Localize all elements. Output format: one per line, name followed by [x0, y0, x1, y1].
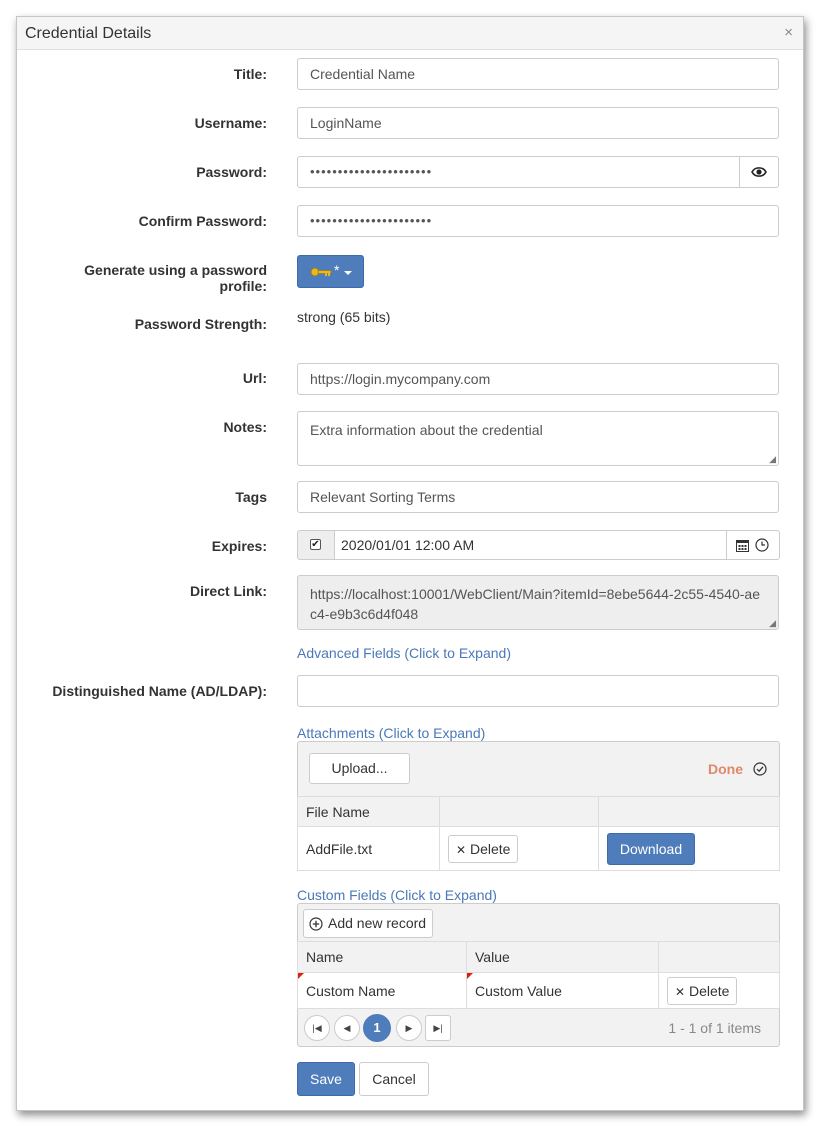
distinguished-name-label: Distinguished Name (AD/LDAP):: [52, 683, 267, 699]
upload-status: Done: [708, 761, 743, 777]
clock-icon[interactable]: [755, 538, 769, 552]
expires-divider: [726, 531, 727, 559]
custom-field-delete-label: Delete: [688, 982, 730, 999]
password-input[interactable]: ••••••••••••••••••••••: [297, 156, 740, 188]
dialog-titlebar: Credential Details ×: [17, 17, 803, 50]
generate-profile-label-line1: Generate using a password: [84, 262, 267, 278]
attachments-link[interactable]: Attachments (Click to Expand): [297, 725, 485, 741]
password-strength-label: Password Strength:: [134, 316, 267, 332]
column-header-actions: [658, 941, 780, 973]
title-input[interactable]: Credential Name: [297, 58, 779, 90]
dirty-marker: [298, 973, 304, 979]
url-input[interactable]: https://login.mycompany.com: [297, 363, 779, 395]
custom-field-actions-cell: ✕ Delete: [658, 972, 780, 1009]
password-label: Password:: [196, 164, 267, 180]
upload-button[interactable]: Upload...: [309, 753, 410, 784]
last-page-button[interactable]: ▶|: [425, 1015, 451, 1041]
next-page-button[interactable]: ▶: [396, 1015, 422, 1041]
custom-fields-link[interactable]: Custom Fields (Click to Expand): [297, 887, 497, 903]
calendar-icon[interactable]: [736, 539, 749, 552]
confirm-password-input[interactable]: ••••••••••••••••••••••: [297, 205, 779, 237]
confirm-password-label: Confirm Password:: [138, 213, 267, 229]
x-icon: ✕: [675, 984, 686, 999]
table-row: Custom Name Custom Value ✕ Delete: [297, 972, 780, 1009]
expires-checkbox[interactable]: ✔: [310, 539, 321, 550]
column-header-file-name: File Name: [297, 796, 440, 827]
distinguished-name-input[interactable]: [297, 675, 779, 707]
column-header-name: Name: [297, 941, 467, 973]
custom-field-value-cell[interactable]: Custom Value: [466, 972, 659, 1009]
save-button[interactable]: Save: [297, 1062, 355, 1096]
eye-icon: [751, 167, 767, 177]
url-label: Url:: [242, 370, 267, 386]
attachment-file-name: AddFile.txt: [297, 826, 440, 871]
credential-details-dialog: Credential Details × Title: Credential N…: [16, 16, 804, 1111]
add-new-record-button[interactable]: Add new record: [303, 909, 433, 938]
expires-label: Expires:: [211, 538, 267, 554]
download-button[interactable]: Download: [607, 832, 695, 865]
generate-profile-label-line2: profile:: [219, 278, 267, 294]
pager-summary: 1 - 1 of 1 items: [668, 1020, 761, 1036]
column-header-download: [598, 796, 780, 827]
generate-profile-label: Generate using a password profile:: [84, 262, 267, 294]
custom-fields-table: Name Value Custom Name Custom Value ✕ De…: [297, 941, 780, 1009]
password-strength-value: strong (65 bits): [297, 309, 391, 325]
custom-field-delete-button[interactable]: ✕ Delete: [667, 976, 738, 1005]
page-number-button[interactable]: 1: [363, 1014, 391, 1042]
tags-input[interactable]: Relevant Sorting Terms: [297, 481, 779, 513]
custom-field-name-cell[interactable]: Custom Name: [297, 972, 467, 1009]
password-profile-dropdown-button[interactable]: *: [297, 255, 364, 288]
column-header-value: Value: [466, 941, 659, 973]
title-label: Title:: [233, 66, 267, 82]
attachments-table: File Name AddFile.txt ✕ Delete Download: [297, 796, 780, 871]
plus-circle-icon: [309, 917, 323, 931]
tags-label: Tags: [235, 489, 267, 505]
chevron-down-icon: [344, 271, 352, 275]
notes-textarea[interactable]: Extra information about the credential ◢: [297, 411, 779, 466]
x-icon: ✕: [456, 842, 467, 857]
first-page-button[interactable]: |◀: [304, 1015, 330, 1041]
expires-date-value: 2020/01/01 12:00 AM: [341, 537, 475, 553]
profile-asterisk: *: [334, 262, 340, 278]
show-password-button[interactable]: [739, 156, 779, 188]
attachment-delete-label: Delete: [469, 840, 511, 857]
direct-link-text: https://localhost:10001/WebClient/Main?i…: [310, 586, 760, 622]
attachment-download-cell: Download: [598, 826, 780, 871]
notes-text: Extra information about the credential: [310, 422, 543, 438]
cancel-button[interactable]: Cancel: [359, 1062, 429, 1096]
custom-field-value: Custom Value: [475, 982, 562, 999]
username-input[interactable]: LoginName: [297, 107, 779, 139]
notes-label: Notes:: [223, 419, 267, 435]
direct-link-label: Direct Link:: [189, 583, 267, 599]
advanced-fields-link[interactable]: Advanced Fields (Click to Expand): [297, 645, 511, 661]
dirty-marker: [467, 973, 473, 979]
attachment-delete-cell: ✕ Delete: [439, 826, 599, 871]
table-row: AddFile.txt ✕ Delete Download: [297, 826, 780, 871]
add-new-record-label: Add new record: [328, 915, 427, 931]
custom-fields-grid: Add new record Name Value Custom Name Cu…: [297, 903, 780, 1047]
key-icon: [310, 267, 332, 277]
expires-checkbox-addon: ✔: [297, 530, 335, 560]
expires-date-input[interactable]: 2020/01/01 12:00 AM: [334, 530, 780, 560]
custom-field-name: Custom Name: [306, 982, 396, 999]
dialog-title: Credential Details: [25, 25, 152, 42]
attachment-delete-button[interactable]: ✕ Delete: [448, 834, 519, 863]
prev-page-button[interactable]: ◀: [334, 1015, 360, 1041]
direct-link-textarea[interactable]: https://localhost:10001/WebClient/Main?i…: [297, 575, 779, 630]
username-label: Username:: [194, 115, 267, 131]
close-icon[interactable]: ×: [784, 24, 793, 41]
resize-grip-icon[interactable]: ◢: [769, 455, 776, 464]
resize-grip-icon[interactable]: ◢: [769, 619, 776, 628]
attachments-panel: Upload... Done File Name AddFile.txt ✕ D…: [297, 741, 780, 871]
column-header-delete: [439, 796, 599, 827]
check-circle-icon: [753, 762, 767, 776]
